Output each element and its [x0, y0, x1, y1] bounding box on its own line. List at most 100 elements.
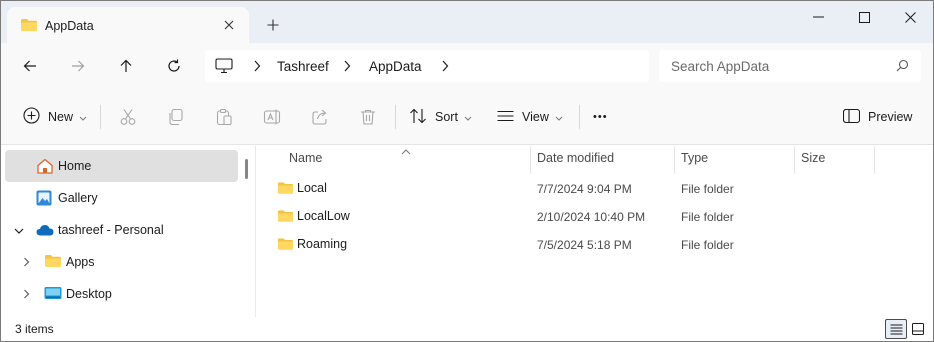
chevron-down-icon — [464, 110, 472, 124]
separator — [395, 105, 396, 129]
sort-ascending-icon — [401, 144, 411, 158]
share-icon[interactable] — [311, 105, 329, 129]
rename-icon[interactable] — [263, 105, 281, 129]
nav-label-onedrive: tashreef - Personal — [58, 223, 164, 237]
column-divider[interactable] — [530, 146, 531, 174]
plus-circle-icon — [23, 107, 40, 127]
nav-item-desktop[interactable]: Desktop — [5, 278, 238, 310]
preview-pane-icon — [842, 108, 861, 126]
chevron-right-icon[interactable] — [441, 59, 449, 76]
separator — [579, 105, 580, 129]
tab-appdata[interactable]: AppData — [7, 7, 249, 43]
breadcrumb-appdata[interactable]: AppData — [369, 59, 422, 74]
file-explorer-window: AppData Tashreef AppData Search AppData … — [0, 0, 934, 342]
new-button[interactable]: New — [23, 105, 87, 129]
nav-scrollbar[interactable] — [245, 159, 248, 179]
forward-arrow-icon[interactable] — [65, 53, 91, 79]
address-row: Tashreef AppData — [1, 43, 933, 89]
file-date: 2/10/2024 10:40 PM — [537, 210, 646, 224]
nav-item-gallery[interactable]: Gallery — [5, 182, 238, 214]
breadcrumb-tashreef[interactable]: Tashreef — [277, 59, 329, 74]
search-box[interactable] — [659, 50, 921, 82]
file-date: 7/7/2024 9:04 PM — [537, 182, 632, 196]
nav-item-home[interactable]: Home — [5, 150, 238, 182]
home-icon — [36, 158, 54, 177]
preview-button[interactable]: Preview — [842, 105, 913, 129]
sort-icon — [409, 108, 427, 127]
folder-icon — [20, 18, 38, 35]
search-icon[interactable] — [896, 59, 909, 75]
file-date: 7/5/2024 5:18 PM — [537, 238, 632, 252]
navigation-pane: Home Gallery tashreef - Personal Apps De… — [1, 146, 255, 316]
file-name: Local — [297, 181, 327, 195]
back-arrow-icon[interactable] — [17, 53, 43, 79]
view-button[interactable]: View — [497, 105, 563, 129]
view-lines-icon — [497, 110, 514, 125]
close-window-icon[interactable] — [887, 1, 933, 33]
status-bar: 3 items — [1, 317, 933, 341]
up-arrow-icon[interactable] — [113, 53, 139, 79]
title-bar: AppData — [1, 1, 933, 43]
column-divider[interactable] — [794, 146, 795, 174]
nav-item-onedrive[interactable]: tashreef - Personal — [5, 214, 238, 246]
folder-icon — [277, 209, 294, 226]
tab-title: AppData — [45, 19, 94, 33]
file-row[interactable]: Roaming 7/5/2024 5:18 PM File folder — [271, 230, 871, 258]
folder-icon — [277, 181, 294, 198]
folder-icon — [277, 237, 294, 254]
file-list: Name Date modified Type Size Local 7/7/2… — [257, 146, 933, 316]
column-header-name[interactable]: Name — [289, 151, 322, 165]
paste-icon[interactable] — [215, 105, 233, 129]
column-divider[interactable] — [874, 146, 875, 174]
nav-item-apps[interactable]: Apps — [5, 246, 238, 278]
large-icons-view-icon[interactable] — [907, 319, 929, 339]
see-more-icon[interactable]: ••• — [593, 105, 608, 129]
chevron-right-icon[interactable] — [253, 59, 261, 76]
folder-icon — [44, 254, 62, 271]
chevron-down-icon[interactable] — [14, 224, 24, 238]
file-type: File folder — [681, 210, 734, 224]
tab-close-icon[interactable] — [219, 15, 239, 35]
chevron-down-icon — [79, 110, 87, 124]
column-header-date[interactable]: Date modified — [537, 151, 614, 165]
sort-button[interactable]: Sort — [409, 105, 472, 129]
file-name: LocalLow — [297, 209, 350, 223]
file-type: File folder — [681, 182, 734, 196]
chevron-down-icon — [555, 110, 563, 124]
column-header-type[interactable]: Type — [681, 151, 708, 165]
nav-label-desktop: Desktop — [66, 287, 112, 301]
gallery-icon — [36, 190, 52, 209]
chevron-right-icon[interactable] — [23, 256, 30, 270]
details-view-icon[interactable] — [885, 319, 907, 339]
column-divider[interactable] — [674, 146, 675, 174]
search-input[interactable] — [671, 56, 881, 76]
file-name: Roaming — [297, 237, 348, 251]
preview-label: Preview — [868, 110, 913, 124]
cut-icon[interactable] — [119, 105, 137, 129]
chevron-right-icon[interactable] — [23, 288, 30, 302]
chevron-right-icon[interactable] — [343, 59, 351, 76]
refresh-icon[interactable] — [161, 53, 187, 79]
delete-icon[interactable] — [359, 105, 377, 129]
sort-label: Sort — [435, 110, 458, 124]
nav-label-apps: Apps — [66, 255, 95, 269]
separator — [100, 105, 101, 129]
file-row[interactable]: LocalLow 2/10/2024 10:40 PM File folder — [271, 202, 871, 230]
file-row[interactable]: Local 7/7/2024 9:04 PM File folder — [271, 174, 871, 202]
address-bar[interactable]: Tashreef AppData — [205, 50, 649, 82]
minimize-icon[interactable] — [795, 1, 841, 33]
column-header-size[interactable]: Size — [801, 151, 825, 165]
pane-divider[interactable] — [255, 146, 256, 318]
onedrive-icon — [36, 224, 54, 239]
nav-label-gallery: Gallery — [58, 191, 98, 205]
desktop-folder-icon — [44, 286, 62, 303]
command-bar: New Sort View ••• Preview — [1, 89, 933, 145]
this-pc-icon[interactable] — [215, 58, 233, 77]
view-label: View — [522, 110, 549, 124]
nav-label-home: Home — [58, 159, 92, 173]
maximize-icon[interactable] — [841, 1, 887, 33]
file-type: File folder — [681, 238, 734, 252]
copy-icon[interactable] — [167, 105, 185, 129]
new-label: New — [48, 110, 74, 124]
new-tab-button[interactable] — [263, 15, 283, 35]
